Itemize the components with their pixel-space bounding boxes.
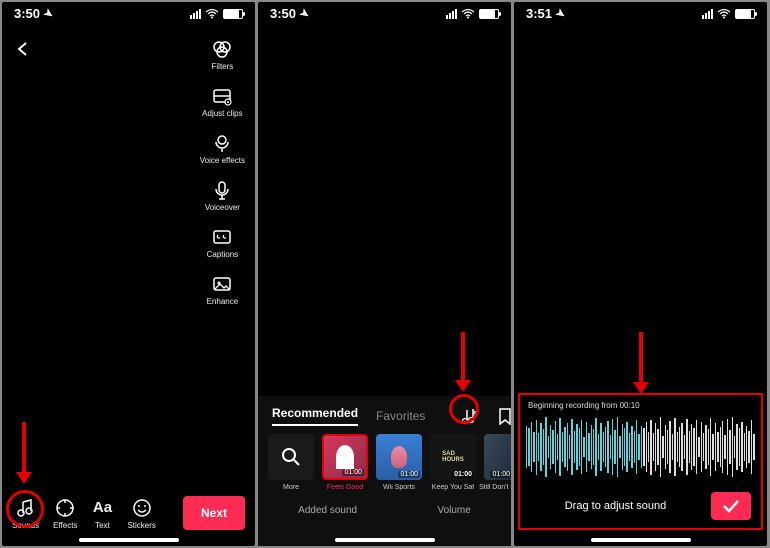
location-icon: ➤ — [297, 6, 312, 22]
next-button[interactable]: Next — [183, 496, 245, 530]
status-bar: 3:50➤ — [258, 2, 511, 21]
tab-recommended[interactable]: Recommended — [272, 406, 358, 426]
clock: 3:50 — [14, 6, 40, 21]
signal-icon — [190, 9, 201, 19]
confirm-button[interactable] — [711, 492, 751, 520]
track-item[interactable]: 01:00 Still Don't Kn — [484, 434, 511, 491]
back-button[interactable] — [16, 42, 30, 56]
enhance-button[interactable]: Enhance — [207, 273, 239, 306]
annotation-arrow — [455, 332, 471, 392]
battery-icon — [479, 9, 499, 19]
annotation-arrow — [16, 422, 32, 484]
more-sounds-button[interactable]: More — [268, 434, 314, 491]
stickers-icon — [131, 497, 153, 519]
text-button[interactable]: AaText — [91, 497, 113, 530]
track-item[interactable]: 01:00 Feels Good — [322, 434, 368, 491]
voiceover-icon — [211, 179, 233, 201]
highlight-sounds — [6, 490, 44, 528]
effects-button[interactable]: Effects — [53, 497, 77, 530]
track-list: More 01:00 Feels Good 01:00 Wii Sports S… — [258, 434, 511, 491]
signal-icon — [702, 9, 713, 19]
text-icon: Aa — [91, 497, 113, 519]
filters-button[interactable]: Filters — [211, 38, 233, 71]
status-bar: 3:51➤ — [514, 2, 767, 21]
highlight-trim — [449, 394, 479, 424]
voice-effects-icon — [211, 132, 233, 154]
battery-icon — [735, 9, 755, 19]
effects-icon — [54, 497, 76, 519]
adjust-clips-icon — [211, 85, 233, 107]
adjust-clips-button[interactable]: Adjust clips — [202, 85, 242, 118]
stickers-button[interactable]: Stickers — [127, 497, 155, 530]
screen-sound-picker: 3:50➤ Recommended Favorites More 01:00 F… — [258, 2, 511, 546]
bookmark-button[interactable] — [497, 406, 513, 426]
enhance-icon — [211, 273, 233, 295]
screen-trim-sound: 3:51➤ Beginning recording from 00:10 Dra… — [514, 2, 767, 546]
clock: 3:50 — [270, 6, 296, 21]
battery-icon — [223, 9, 243, 19]
home-indicator — [591, 538, 691, 542]
recording-from-label: Beginning recording from 00:10 — [528, 401, 757, 410]
waveform[interactable] — [524, 416, 757, 478]
home-indicator — [79, 538, 179, 542]
volume-tab[interactable]: Volume — [437, 505, 470, 516]
status-bar: 3:50➤ — [2, 2, 255, 21]
location-icon: ➤ — [553, 6, 568, 22]
screen-editor: 3:50➤ Filters Adjust clips Voice effects… — [2, 2, 255, 546]
track-item[interactable]: SADHOURS01:00 Keep You Saf — [430, 434, 476, 491]
track-item[interactable]: 01:00 Wii Sports — [376, 434, 422, 491]
wifi-icon — [717, 9, 731, 19]
trim-panel: Beginning recording from 00:10 Drag to a… — [518, 393, 763, 530]
home-indicator — [335, 538, 435, 542]
voice-effects-button[interactable]: Voice effects — [200, 132, 245, 165]
wifi-icon — [461, 9, 475, 19]
filters-icon — [211, 38, 233, 60]
location-icon: ➤ — [41, 6, 56, 22]
drag-hint: Drag to adjust sound — [530, 500, 701, 512]
clock: 3:51 — [526, 6, 552, 21]
captions-icon — [211, 226, 233, 248]
signal-icon — [446, 9, 457, 19]
tab-favorites[interactable]: Favorites — [376, 409, 425, 423]
added-sound-tab[interactable]: Added sound — [298, 505, 357, 516]
captions-button[interactable]: Captions — [207, 226, 239, 259]
voiceover-button[interactable]: Voiceover — [205, 179, 240, 212]
side-toolbar: Filters Adjust clips Voice effects Voice… — [200, 38, 245, 306]
wifi-icon — [205, 9, 219, 19]
annotation-arrow — [633, 332, 649, 394]
